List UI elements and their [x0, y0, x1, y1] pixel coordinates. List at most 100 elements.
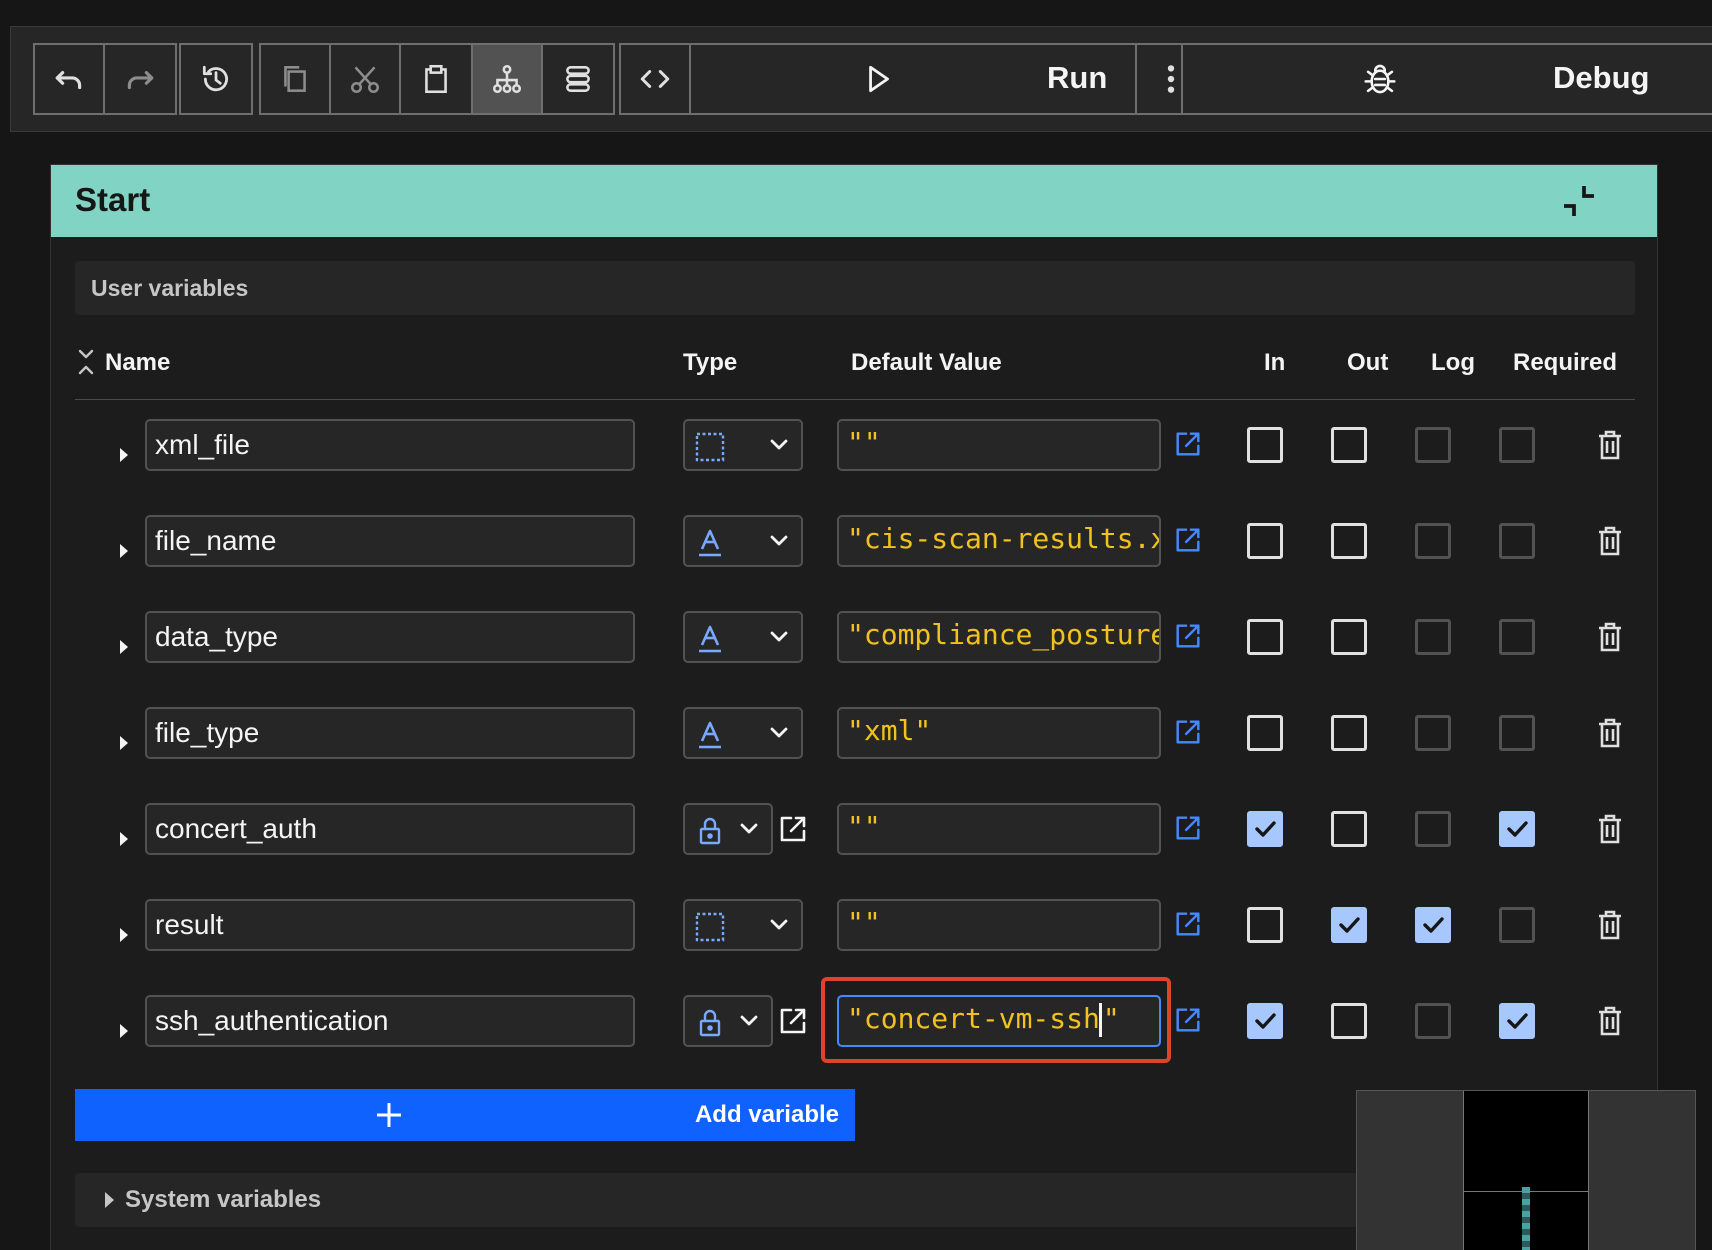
- log-checkbox[interactable]: [1415, 907, 1451, 943]
- required-checkbox[interactable]: [1499, 427, 1535, 463]
- open-credential-link[interactable]: [777, 1005, 809, 1037]
- variable-type-select[interactable]: [683, 707, 803, 759]
- delete-variable-button[interactable]: [1595, 909, 1625, 941]
- required-checkbox[interactable]: [1499, 523, 1535, 559]
- run-button[interactable]: Run: [691, 45, 1137, 113]
- delete-variable-button[interactable]: [1595, 813, 1625, 845]
- user-variables-section[interactable]: User variables: [75, 261, 1635, 315]
- delete-variable-button[interactable]: [1595, 525, 1625, 557]
- in-checkbox[interactable]: [1247, 523, 1283, 559]
- open-value-editor-link[interactable]: [1173, 525, 1203, 555]
- out-checkbox[interactable]: [1331, 715, 1367, 751]
- default-value-input[interactable]: "": [837, 899, 1161, 951]
- default-value-input[interactable]: "": [837, 803, 1161, 855]
- in-checkbox[interactable]: [1247, 1003, 1283, 1039]
- checkmark-icon: [1507, 821, 1528, 837]
- in-checkbox[interactable]: [1247, 715, 1283, 751]
- in-checkbox[interactable]: [1247, 907, 1283, 943]
- add-variable-button[interactable]: Add variable: [75, 1089, 855, 1141]
- default-value-input[interactable]: "": [837, 419, 1161, 471]
- caret-right-icon[interactable]: [117, 445, 131, 465]
- out-checkbox[interactable]: [1331, 523, 1367, 559]
- delete-variable-button[interactable]: [1595, 1005, 1625, 1037]
- delete-variable-button[interactable]: [1595, 621, 1625, 653]
- minimap-viewport[interactable]: [1463, 1091, 1589, 1250]
- flow-view-button[interactable]: [473, 45, 543, 113]
- default-value-input[interactable]: "concert-vm-ssh ": [837, 995, 1161, 1047]
- caret-right-icon[interactable]: [117, 541, 131, 561]
- delete-variable-button[interactable]: [1595, 717, 1625, 749]
- copy-icon: [284, 66, 306, 92]
- column-header-name: Name: [105, 349, 171, 376]
- log-checkbox[interactable]: [1415, 523, 1451, 559]
- open-value-editor-link[interactable]: [1173, 1005, 1203, 1035]
- out-checkbox[interactable]: [1331, 811, 1367, 847]
- delete-variable-button[interactable]: [1595, 429, 1625, 461]
- launch-icon: [1176, 912, 1200, 936]
- variable-name-input[interactable]: xml_file: [145, 419, 635, 471]
- caret-right-icon[interactable]: [117, 733, 131, 753]
- minimize-icon[interactable]: [1559, 181, 1599, 221]
- caret-right-icon[interactable]: [117, 637, 131, 657]
- variable-name-input[interactable]: file_name: [145, 515, 635, 567]
- open-value-editor-link[interactable]: [1173, 621, 1203, 651]
- caret-right-icon[interactable]: [117, 829, 131, 849]
- open-credential-link[interactable]: [777, 813, 809, 845]
- undo-button[interactable]: [35, 45, 105, 113]
- log-checkbox[interactable]: [1415, 811, 1451, 847]
- paste-button[interactable]: [401, 45, 471, 113]
- log-checkbox[interactable]: [1415, 619, 1451, 655]
- required-checkbox[interactable]: [1499, 715, 1535, 751]
- launch-icon: [1176, 432, 1200, 456]
- log-checkbox[interactable]: [1415, 1003, 1451, 1039]
- copy-button[interactable]: [261, 45, 331, 113]
- variable-name-input[interactable]: data_type: [145, 611, 635, 663]
- redo-button[interactable]: [105, 45, 175, 113]
- version-history-button[interactable]: [181, 45, 251, 113]
- list-view-button[interactable]: [543, 45, 613, 113]
- variable-name-input[interactable]: file_type: [145, 707, 635, 759]
- string-type-icon: [699, 721, 721, 749]
- variable-name-input[interactable]: concert_auth: [145, 803, 635, 855]
- canvas-minimap[interactable]: [1356, 1090, 1696, 1250]
- debug-button[interactable]: Debug: [1183, 45, 1712, 113]
- code-view-button[interactable]: [621, 45, 691, 113]
- out-checkbox[interactable]: [1331, 1003, 1367, 1039]
- open-value-editor-link[interactable]: [1173, 717, 1203, 747]
- open-value-editor-link[interactable]: [1173, 429, 1203, 459]
- default-value-input[interactable]: "compliance_posture": [837, 611, 1161, 663]
- variable-type-select[interactable]: [683, 995, 773, 1047]
- in-checkbox[interactable]: [1247, 619, 1283, 655]
- default-value-input[interactable]: "cis-scan-results.xml": [837, 515, 1161, 567]
- play-icon: [869, 65, 889, 93]
- variable-type-select[interactable]: [683, 803, 773, 855]
- history-restore-group: [179, 43, 253, 115]
- log-checkbox[interactable]: [1415, 427, 1451, 463]
- in-checkbox[interactable]: [1247, 427, 1283, 463]
- in-checkbox[interactable]: [1247, 811, 1283, 847]
- column-header-type: Type: [683, 349, 738, 376]
- variable-type-select[interactable]: [683, 515, 803, 567]
- variable-type-select[interactable]: [683, 419, 803, 471]
- required-checkbox[interactable]: [1499, 907, 1535, 943]
- log-checkbox[interactable]: [1415, 715, 1451, 751]
- default-value-input[interactable]: "xml": [837, 707, 1161, 759]
- open-value-editor-link[interactable]: [1173, 909, 1203, 939]
- variable-type-select[interactable]: [683, 899, 803, 951]
- variable-name-input[interactable]: result: [145, 899, 635, 951]
- required-checkbox[interactable]: [1499, 619, 1535, 655]
- scissors-icon: [350, 66, 380, 94]
- required-checkbox[interactable]: [1499, 811, 1535, 847]
- open-value-editor-link[interactable]: [1173, 813, 1203, 843]
- header-divider: [75, 399, 1635, 400]
- variable-name-input[interactable]: ssh_authentication: [145, 995, 635, 1047]
- sort-icon[interactable]: [77, 347, 95, 377]
- out-checkbox[interactable]: [1331, 907, 1367, 943]
- required-checkbox[interactable]: [1499, 1003, 1535, 1039]
- out-checkbox[interactable]: [1331, 427, 1367, 463]
- cut-button[interactable]: [331, 45, 401, 113]
- caret-right-icon[interactable]: [117, 925, 131, 945]
- out-checkbox[interactable]: [1331, 619, 1367, 655]
- caret-right-icon[interactable]: [117, 1021, 131, 1041]
- variable-type-select[interactable]: [683, 611, 803, 663]
